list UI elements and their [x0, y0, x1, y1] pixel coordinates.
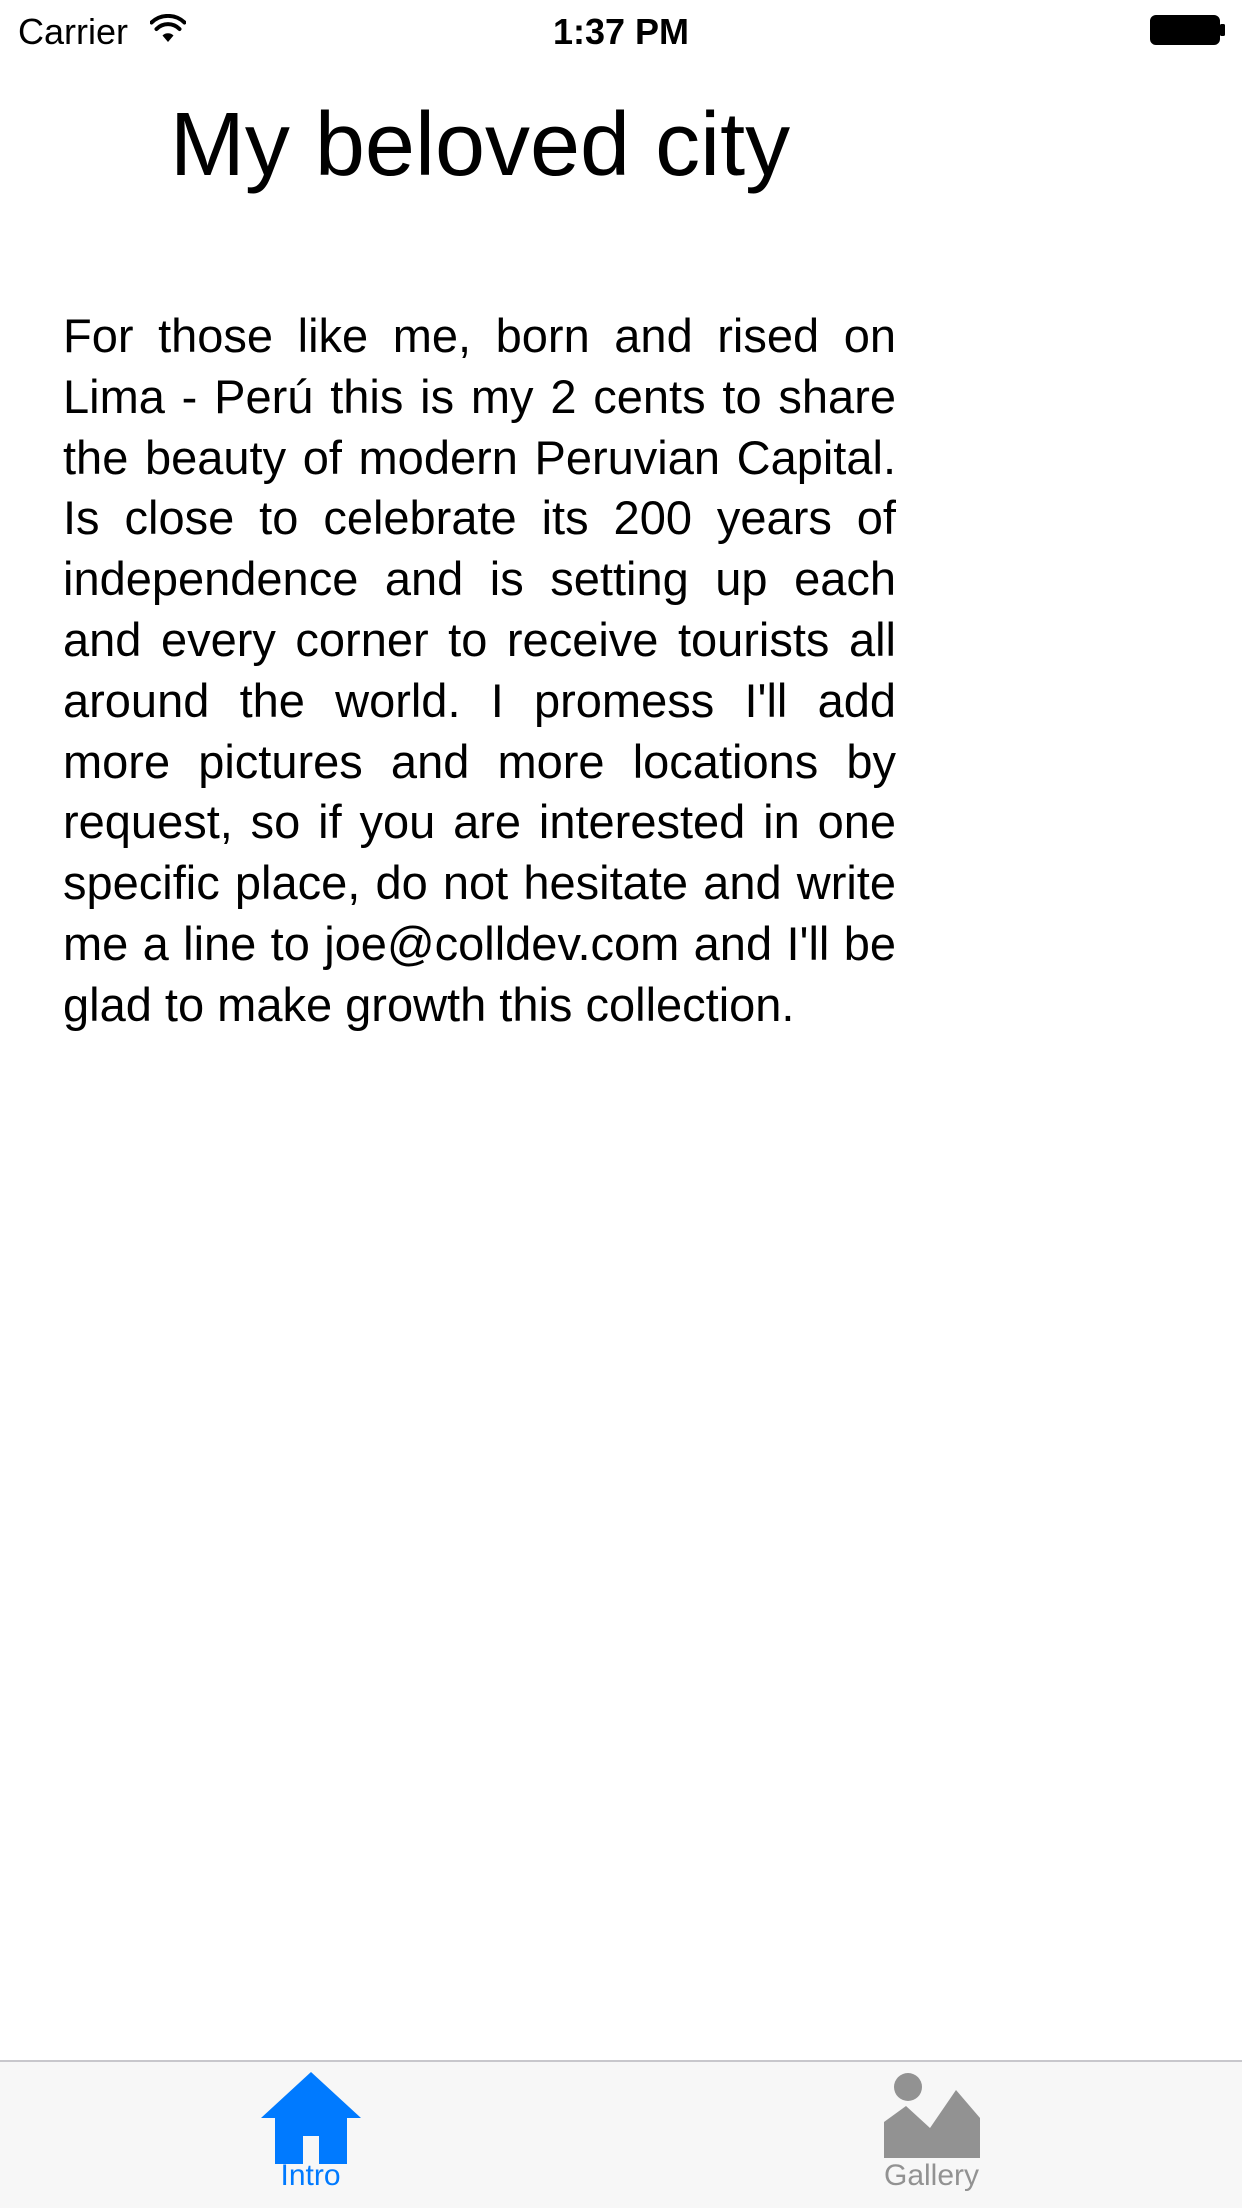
page-title: My beloved city — [169, 95, 791, 195]
tab-gallery-label: Gallery — [883, 2159, 980, 2192]
tab-gallery[interactable]: Gallery — [621, 2062, 1242, 2208]
home-icon — [260, 2072, 361, 2164]
battery-icon — [1150, 15, 1225, 45]
status-time: 1:37 PM — [552, 11, 690, 52]
status-bar: Carrier 1:37 PM — [0, 0, 1242, 60]
tab-intro-label: Intro — [280, 2159, 341, 2192]
gallery-icon — [883, 2073, 980, 2158]
screen: Carrier 1:37 PM My beloved city For thos… — [0, 0, 1242, 2208]
tab-bar: Intro Gallery — [0, 2060, 1242, 2208]
intro-text: For those like me, born and rised on Lim… — [63, 309, 896, 1031]
tab-intro[interactable]: Intro — [0, 2062, 621, 2208]
